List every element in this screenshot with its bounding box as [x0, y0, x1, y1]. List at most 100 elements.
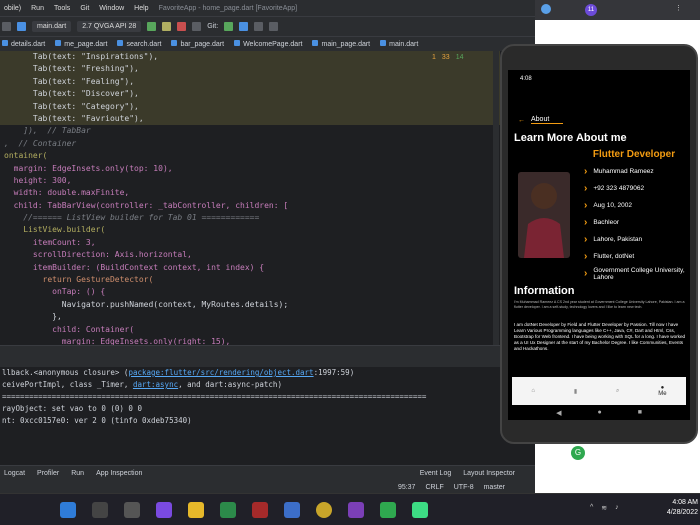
home-icon[interactable]: ●: [597, 409, 601, 416]
status-bar: 95:37 CRLF UTF-8 master: [0, 481, 535, 493]
android-nav-bar: ◀ ● ■: [508, 405, 690, 420]
code-line: onTap: () {: [4, 287, 106, 297]
console-link[interactable]: package:flutter/src/rendering/object.dar…: [128, 368, 313, 377]
inspection-counts[interactable]: 1 33 14: [432, 54, 500, 66]
home-icon[interactable]: ⌂: [531, 388, 535, 394]
app-icon[interactable]: [252, 502, 268, 518]
run-panel-header: [0, 345, 535, 367]
caret-position[interactable]: 95:37: [398, 484, 416, 491]
phone-screen[interactable]: 4:08 ← About Learn More About me Flutter…: [508, 70, 690, 405]
tab-main-page[interactable]: main_page.dart: [312, 40, 370, 48]
device-select[interactable]: 2.7 QVGA API 28: [77, 21, 142, 32]
info-paragraph: I am dotNet Developer by Field and Flutt…: [514, 322, 686, 351]
profile-badge[interactable]: 11: [585, 4, 597, 16]
run-icon[interactable]: [147, 22, 157, 31]
menu-file-fragment[interactable]: obile): [4, 5, 21, 12]
tab-search[interactable]: search.dart: [117, 40, 161, 48]
code-line: Tab(text: "Discover"),: [0, 88, 500, 101]
menu-item-git[interactable]: Git: [80, 5, 89, 12]
app-inspection-tab[interactable]: App Inspection: [96, 470, 142, 477]
debug-icon[interactable]: [192, 22, 202, 31]
git-commit-icon[interactable]: [239, 22, 249, 31]
system-tray[interactable]: ^ ≋ ♪: [590, 504, 619, 512]
recents-icon[interactable]: ■: [638, 409, 642, 416]
search-icon[interactable]: [254, 22, 264, 31]
android-studio-icon[interactable]: [412, 502, 428, 518]
chrome-icon[interactable]: [316, 502, 332, 518]
clock-date: 4/28/2022: [666, 509, 698, 516]
back-icon[interactable]: ◀: [556, 409, 561, 417]
menu-item-run[interactable]: Run: [31, 5, 44, 12]
code-line: return GestureDetector(: [4, 275, 154, 285]
device-icon[interactable]: [17, 22, 26, 31]
tab-bar-page[interactable]: bar_page.dart: [171, 40, 224, 48]
back-icon[interactable]: [2, 22, 11, 31]
info-paragraph: I'm Muhammad Rameez A CS 2nd year studen…: [514, 300, 685, 309]
code-line: margin: EdgeInsets.only(top: 10),: [4, 163, 173, 173]
code-editor[interactable]: Tab(text: "Inspirations"), Tab(text: "Fr…: [0, 51, 500, 345]
line-separator[interactable]: CRLF: [425, 484, 443, 491]
layout-inspector-tab[interactable]: Layout Inspector: [463, 470, 515, 477]
xbox-icon[interactable]: [380, 502, 396, 518]
grammarly-icon[interactable]: G: [571, 446, 585, 460]
git-update-icon[interactable]: [224, 22, 234, 31]
file-encoding[interactable]: UTF-8: [454, 484, 474, 491]
reload-icon[interactable]: [162, 22, 172, 31]
run-tab[interactable]: Run: [71, 470, 84, 477]
details-list: › Muhammad Rameez › +92 323 4879062 › Aug 1…: [584, 164, 688, 281]
editor-scrollbar[interactable]: [493, 51, 499, 345]
store-icon[interactable]: [220, 502, 236, 518]
profiler-tab[interactable]: Profiler: [37, 470, 59, 477]
git-branch[interactable]: master: [484, 484, 505, 491]
file-explorer-icon[interactable]: [188, 502, 204, 518]
taskbar-clock[interactable]: 4:08 AM 4/28/2022: [632, 498, 698, 518]
stop-icon[interactable]: [177, 22, 187, 31]
menu-item-help[interactable]: Help: [134, 5, 148, 12]
extension-icon[interactable]: [541, 4, 551, 14]
me-nav-item[interactable]: ● Me: [658, 385, 666, 397]
menu-item-tools[interactable]: Tools: [54, 5, 70, 12]
list-item: › Aug 10, 2002: [584, 199, 633, 211]
chevron-right-icon: ›: [584, 216, 588, 228]
wifi-icon: ≋: [601, 505, 608, 512]
tab-me-page[interactable]: me_page.dart: [55, 40, 107, 48]
tab-welcome-page[interactable]: WelcomePage.dart: [234, 40, 302, 48]
code-line: Tab(text: "Fealing"),: [0, 75, 500, 89]
bar-chart-icon[interactable]: ▮: [574, 388, 577, 395]
about-tab[interactable]: ← About: [518, 116, 564, 124]
list-item: › Lahore, Pakistan: [584, 233, 643, 245]
console-line: ceivePortImpl, class _Timer, dart:async,…: [2, 380, 282, 389]
list-item: › +92 323 4879062: [584, 182, 645, 194]
menu-item-window[interactable]: Window: [99, 5, 124, 12]
console-link[interactable]: dart:async: [133, 380, 178, 389]
app-icon[interactable]: [284, 502, 300, 518]
visual-studio-icon[interactable]: [348, 502, 364, 518]
menu-icon[interactable]: ⋮: [675, 4, 682, 12]
windows-start-icon[interactable]: [60, 502, 76, 518]
editor-tabs: details.dart me_page.dart search.dart ba…: [0, 36, 535, 51]
run-console[interactable]: llback.<anonymous closure> (package:flut…: [0, 367, 500, 463]
tab-main[interactable]: main.dart: [380, 40, 418, 48]
event-log-tab[interactable]: Event Log: [420, 470, 452, 477]
role-title: Flutter Developer: [592, 149, 676, 160]
task-view-icon[interactable]: [124, 502, 140, 518]
window-title: FavoriteApp - home_page.dart [FavoriteAp…: [158, 4, 298, 12]
console-line: rayObject: set vao to 0 (0) 0 0: [2, 404, 142, 413]
console-line: ========================================…: [2, 392, 427, 401]
typo-count: 14: [455, 54, 464, 61]
code-line: child: Container(: [4, 324, 135, 334]
logcat-tab[interactable]: Logcat: [4, 470, 25, 477]
settings-icon[interactable]: [269, 22, 279, 31]
run-config-select[interactable]: main.dart: [32, 21, 72, 32]
tool-window-bar: Logcat Profiler Run App Inspection Event…: [0, 465, 535, 481]
chevron-right-icon: ›: [584, 182, 588, 194]
code-line: ontainer(: [4, 151, 48, 161]
code-line: ListView.builder(: [4, 225, 106, 235]
phone-time: 4:08: [520, 76, 532, 82]
search-icon[interactable]: ⌕: [616, 388, 619, 395]
search-icon[interactable]: [92, 502, 108, 518]
chat-icon[interactable]: [156, 502, 172, 518]
tab-details[interactable]: details.dart: [2, 40, 45, 48]
back-arrow-icon[interactable]: ←: [518, 117, 525, 124]
weak-warning-count: 33: [441, 54, 450, 61]
